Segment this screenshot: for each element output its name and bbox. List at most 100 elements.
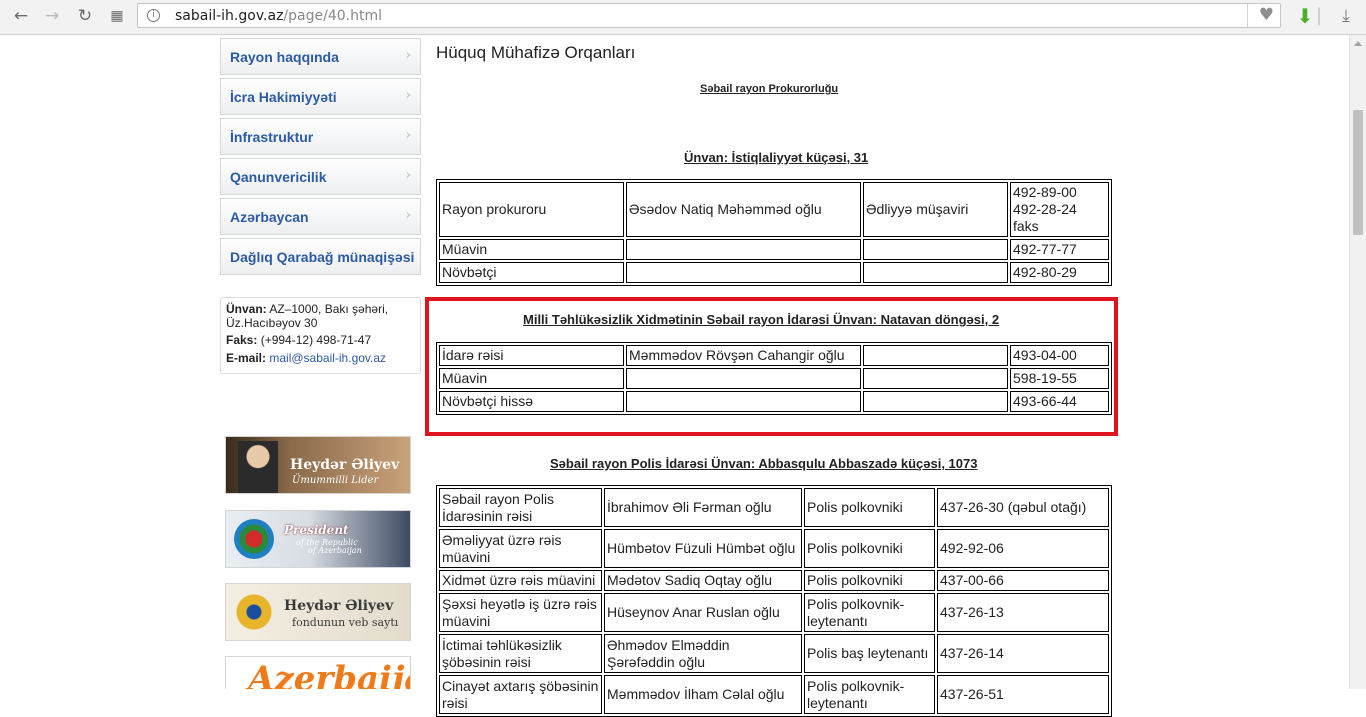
- table-row: Növbətçi 492-80-29: [439, 262, 1109, 283]
- sidebar-item-label: İnfrastruktur: [230, 129, 314, 145]
- table-cell: 437-26-51: [937, 675, 1109, 714]
- table-cell: Rayon prokuroru: [439, 182, 624, 237]
- prosecutor-heading[interactable]: Səbail rayon Prokurorluğu: [700, 83, 838, 95]
- toolbar-divider: |: [1316, 5, 1323, 26]
- cell-line: Səbail rayon Polis: [442, 490, 555, 507]
- table-row: Müavin 598-19-55: [439, 368, 1109, 389]
- security-table: İdarə rəisi Məmmədov Rövşən Cahangir oğl…: [436, 342, 1112, 415]
- sidebar-item-icra-hakimiyyeti[interactable]: İcra Hakimiyyəti ›: [220, 78, 421, 115]
- address-line-2: Üz.Hacıbəyov 30: [226, 316, 318, 330]
- sidebar-item-infrastruktur[interactable]: İnfrastruktur ›: [220, 118, 421, 155]
- table-cell: 492-77-77: [1010, 239, 1109, 260]
- table-cell: 437-00-66: [937, 570, 1109, 591]
- table-cell: Polis polkovniki: [804, 570, 935, 591]
- cell-line: Şəxsi heyətlə iş üzrə rəis: [442, 595, 597, 612]
- table-cell: Əhmədov Elməddin Şərəfəddin oğlu: [604, 634, 802, 673]
- table-cell: 492-89-00 492-28-24 faks: [1010, 182, 1109, 237]
- table-cell: 493-04-00: [1010, 345, 1109, 366]
- police-table: Səbail rayon Polis İdarəsinin rəisi İbrah…: [436, 485, 1112, 717]
- fax-value: (+994-12) 498-71-47: [260, 333, 372, 347]
- police-address: Ünvan: Abbasqulu Abbaszadə küçəsi, 1073: [711, 456, 978, 471]
- sidebar-item-label: Azərbaycan: [230, 209, 309, 225]
- url-path: /page/40.html: [283, 8, 382, 24]
- table-row: Növbətçi hissə 493-66-44: [439, 391, 1109, 412]
- table-cell: Polis polkovniki: [804, 488, 935, 527]
- contact-box: Ünvan: AZ–1000, Bakı şəhəri, Üz.Hacıbəyov…: [220, 297, 421, 374]
- cell-line: şöbəsinin rəisi: [442, 653, 531, 670]
- table-cell: Mədətov Sadiq Oqtay oğlu: [604, 570, 802, 591]
- table-cell: Məmmədov Rövşən Cahangir oğlu: [626, 345, 861, 366]
- sidebar-item-dagliq-qarabag[interactable]: Dağlıq Qarabağ münaqişəsi: [220, 238, 421, 275]
- email-link[interactable]: mail@sabail-ih.gov.az: [269, 351, 386, 365]
- portrait-image: [238, 441, 278, 493]
- police-heading-name[interactable]: Səbail rayon Polis İdarəsi: [550, 456, 708, 471]
- table-cell: Polis polkovniki: [804, 529, 935, 568]
- sidebar-item-label: Dağlıq Qarabağ münaqişəsi: [230, 249, 415, 265]
- scroll-up-arrow-icon[interactable]: [1354, 41, 1362, 46]
- fax-value: 492-28-24 faks: [1013, 201, 1077, 234]
- back-arrow-icon[interactable]: ←: [9, 4, 33, 28]
- download-circle-icon[interactable]: ⤓: [1333, 4, 1359, 28]
- download-extension-icon[interactable]: ⬇: [1292, 4, 1318, 28]
- scroll-thumb[interactable]: [1353, 110, 1363, 235]
- table-row: Əməliyyat üzrə rəis müavini Hümbətov Füzu…: [439, 529, 1109, 568]
- table-cell: 437-26-30 (qəbul otağı): [937, 488, 1109, 527]
- sidebar-item-qanunvericilik[interactable]: Qanunvericilik ›: [220, 158, 421, 195]
- table-cell: Cinayət axtarış şöbəsinin rəisi: [439, 675, 602, 714]
- forward-arrow-icon[interactable]: →: [40, 4, 64, 28]
- phone-value: 492-89-00: [1013, 184, 1077, 200]
- cell-line: İctimai təhlükəsizlik: [442, 636, 562, 653]
- sidebar-item-label: İcra Hakimiyyəti: [230, 89, 337, 105]
- banner-azerbaijan[interactable]: Azerbaijan: [225, 656, 411, 689]
- prosecutor-address: Ünvan: İstiqlaliyyət küçəsi, 31: [684, 150, 869, 165]
- fund-logo-icon: [234, 590, 274, 634]
- url-domain: sabail-ih.gov.az: [175, 8, 284, 24]
- banner-heydar-aliyev[interactable]: Heydər Əliyev Ümummilli Lider: [225, 436, 411, 494]
- table-cell: 437-26-13: [937, 593, 1109, 632]
- address-label: Ünvan:: [226, 302, 267, 316]
- cell-line: İdarəsinin rəisi: [442, 507, 533, 524]
- prosecutor-table: Rayon prokuroru Əsədov Natiq Məhəmməd oğ…: [436, 179, 1112, 286]
- table-row: Səbail rayon Polis İdarəsinin rəisi İbrah…: [439, 488, 1109, 527]
- table-cell: 493-66-44: [1010, 391, 1109, 412]
- table-cell: 492-80-29: [1010, 262, 1109, 283]
- fax-label: Faks:: [226, 333, 258, 347]
- police-heading: Səbail rayon Polis İdarəsi Ünvan: Abbasq…: [550, 456, 977, 471]
- banner-title: Heydər Əliyev: [284, 598, 394, 614]
- banner-president[interactable]: President of the Republic of Azerbaijan: [225, 510, 411, 568]
- sidebar-item-azerbaycan[interactable]: Azərbaycan ›: [220, 198, 421, 235]
- table-cell: [863, 239, 1008, 260]
- cell-line: Əhmədov Elməddin: [607, 636, 730, 653]
- sidebar-item-label: Rayon haqqında: [230, 49, 339, 65]
- emblem-icon: [234, 519, 274, 559]
- apps-grid-icon[interactable]: ▦: [105, 4, 129, 28]
- table-cell: Polis polkovnik-leytenantı: [804, 593, 935, 632]
- sidebar-item-label: Qanunvericilik: [230, 169, 327, 185]
- table-cell: [626, 239, 861, 260]
- banner-subtitle: fondunun veb saytı: [292, 616, 399, 629]
- vertical-scrollbar[interactable]: [1349, 35, 1366, 689]
- table-cell: [626, 368, 861, 389]
- cell-line: müavini: [442, 548, 491, 565]
- table-row: Rayon prokuroru Əsədov Natiq Məhəmməd oğ…: [439, 182, 1109, 237]
- banner-heydar-aliyev-fund[interactable]: Heydər Əliyev fondunun veb saytı: [225, 583, 411, 641]
- table-cell: 492-92-06: [937, 529, 1109, 568]
- site-info-icon[interactable]: i: [147, 9, 160, 22]
- banner-title: President: [284, 523, 349, 537]
- cell-line: rəisi: [442, 694, 468, 711]
- banner-title: Heydər Əliyev: [290, 457, 400, 473]
- table-cell: [863, 345, 1008, 366]
- table-cell: Növbətçi: [439, 262, 624, 283]
- reload-icon[interactable]: ↻: [73, 4, 97, 28]
- security-heading-name[interactable]: Milli Təhlükəsizlik Xidmətinin Səbail ra…: [523, 312, 829, 327]
- address-url[interactable]: sabail-ih.gov.az/page/40.html: [175, 8, 382, 24]
- table-cell: Polis baş leytenantı: [804, 634, 935, 673]
- table-cell: Müavin: [439, 239, 624, 260]
- heart-icon[interactable]: ♥: [1259, 5, 1274, 25]
- security-address: Ünvan: Natavan döngəsi, 2: [832, 312, 1000, 327]
- table-cell: 598-19-55: [1010, 368, 1109, 389]
- sidebar-item-rayon-haqqinda[interactable]: Rayon haqqında ›: [220, 38, 421, 75]
- address-bar[interactable]: i sabail-ih.gov.az/page/40.html ♥: [137, 3, 1281, 28]
- table-cell: Polis polkovnik-leytenantı: [804, 675, 935, 714]
- table-cell: Hüseynov Anar Ruslan oğlu: [604, 593, 802, 632]
